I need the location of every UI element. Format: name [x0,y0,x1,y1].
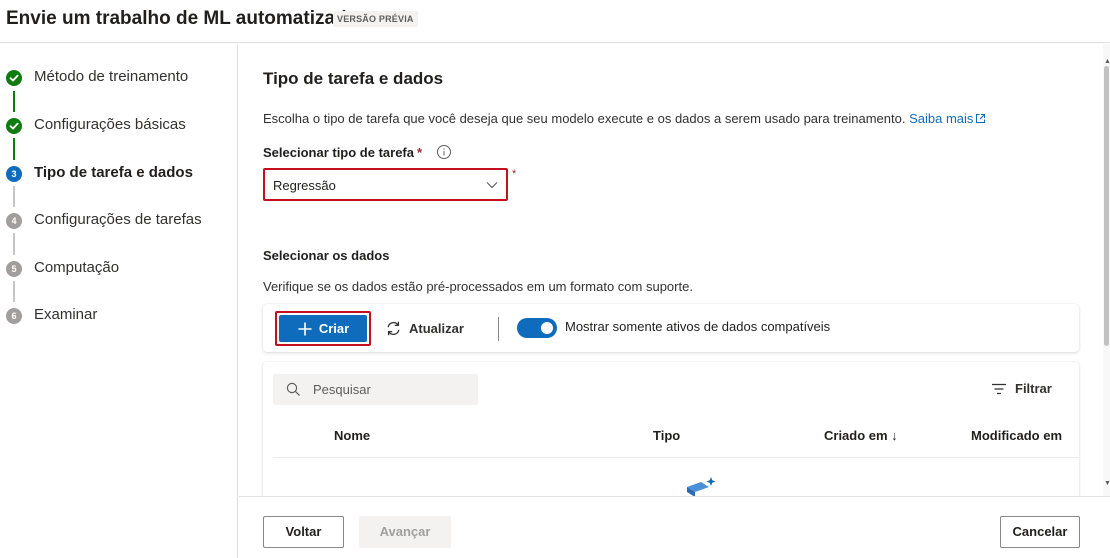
scroll-down-arrow-icon[interactable]: ▼ [1104,480,1110,487]
checkmark-icon [6,70,22,86]
required-asterisk: * [512,168,517,180]
toolbar-divider [498,317,499,341]
external-link-icon [976,114,986,123]
filter-button[interactable]: Filtrar [991,381,1052,396]
step-label: Tipo de tarefa e dados [34,164,193,181]
main-content: Tipo de tarefa e dados Escolha o tipo de… [239,44,1103,496]
checkmark-icon [6,118,22,134]
main-scrollbar[interactable]: ▲ ▼ [1103,44,1110,496]
step-connector [13,91,15,112]
step-basic-settings[interactable]: Configurações básicas [0,114,236,138]
step-label: Configurações de tarefas [34,211,202,228]
filter-button-label: Filtrar [1015,381,1052,396]
step-connector [13,233,15,255]
step-task-type-data[interactable]: 3 Tipo de tarefa e dados [0,162,236,186]
preview-badge: VERSÃO PRÉVIA [333,11,418,27]
learn-more-link[interactable]: Saiba mais [909,111,986,126]
step-label: Configurações básicas [34,116,186,133]
step-task-settings[interactable]: 4 Configurações de tarefas [0,209,236,233]
step-connector [13,281,15,302]
data-assets-table: Filtrar Nome Tipo Criado em ↓ Modificado… [263,362,1079,496]
plus-icon [298,322,312,335]
step-number-badge: 4 [6,213,22,229]
step-label: Método de treinamento [34,68,189,85]
info-icon[interactable] [436,144,452,160]
task-type-label: Selecionar tipo de tarefa * [263,145,422,160]
compatible-assets-toggle[interactable] [517,318,557,338]
column-header-created[interactable]: Criado em ↓ [824,428,898,443]
create-button[interactable]: Criar [275,311,371,346]
next-button[interactable]: Avançar [359,516,451,548]
refresh-button-label: Atualizar [409,320,464,336]
step-number-badge: 3 [6,166,22,182]
data-toolbar: Criar Atualizar Mostrar somente ativos d… [263,304,1079,352]
step-compute[interactable]: 5 Computação [0,257,236,281]
data-section-title: Selecionar os dados [263,248,390,263]
scroll-up-arrow-icon[interactable]: ▲ [1104,58,1110,65]
search-box [273,374,478,405]
data-section-description: Verifique se os dados estão pré-processa… [263,279,693,294]
toggle-knob [541,322,553,334]
column-header-name[interactable]: Nome [334,428,370,443]
step-training-method[interactable]: Método de treinamento [0,66,236,90]
step-label: Computação [34,259,120,276]
step-review[interactable]: 6 Examinar [0,304,236,328]
table-header-divider [273,457,1079,458]
create-button-body: Criar [279,315,367,342]
compatible-assets-toggle-label: Mostrar somente ativos de dados compatív… [565,319,831,334]
section-title: Tipo de tarefa e dados [263,69,444,88]
task-type-value: Regressão [273,178,336,193]
chevron-down-icon [486,182,498,189]
page-header: Envie um trabalho de ML automatizado VER… [0,0,1110,43]
step-number-badge: 6 [6,308,22,324]
description-text: Escolha o tipo de tarefa que você deseja… [263,111,906,126]
step-number-badge: 5 [6,261,22,277]
required-asterisk: * [417,145,423,160]
empty-state-illustration [687,477,716,496]
column-header-modified[interactable]: Modificado em [971,428,1062,443]
create-button-label: Criar [318,321,350,336]
task-type-label-text: Selecionar tipo de tarefa [263,145,414,160]
search-input[interactable] [313,380,471,399]
filter-icon [992,383,1006,394]
step-connector [13,186,15,207]
step-connector [13,138,15,160]
back-button[interactable]: Voltar [263,516,344,548]
learn-more-label: Saiba mais [909,111,974,126]
refresh-icon [387,321,400,335]
refresh-button[interactable]: Atualizar [385,318,464,338]
wizard-stepper: Método de treinamento Configurações bási… [0,44,238,558]
step-label: Examinar [34,306,98,323]
section-description: Escolha o tipo de tarefa que você deseja… [263,111,986,126]
page-title: Envie um trabalho de ML automatizado [6,8,359,29]
search-icon [286,382,301,397]
column-header-type[interactable]: Tipo [653,428,680,443]
scrollbar-thumb[interactable] [1104,66,1109,346]
cancel-button[interactable]: Cancelar [1000,516,1080,548]
wizard-footer: Voltar Avançar Cancelar [239,496,1110,558]
task-type-dropdown[interactable]: Regressão [263,168,508,201]
